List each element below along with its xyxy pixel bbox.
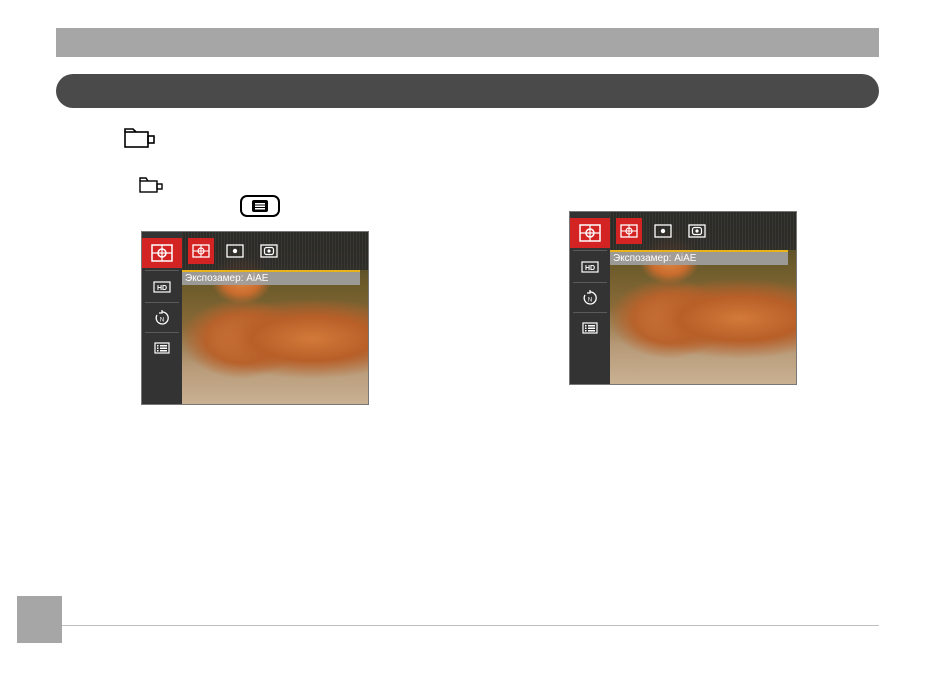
- ai-ae-metering-icon[interactable]: [188, 238, 214, 264]
- spot-metering-icon[interactable]: [650, 218, 676, 244]
- metering-label: Экспозамер: AiAE: [610, 252, 788, 265]
- svg-text:HD: HD: [585, 265, 595, 272]
- exposure-metering-icon[interactable]: [142, 238, 182, 268]
- hd-video-quality-icon[interactable]: HD: [142, 272, 182, 302]
- page-number-block: [17, 596, 62, 643]
- metering-options-bar: [610, 212, 796, 250]
- camera-sidebar: HD N: [142, 232, 182, 404]
- metering-label: Экспозамер: AiAE: [182, 272, 360, 285]
- continuous-af-icon[interactable]: N: [570, 283, 610, 313]
- svg-text:N: N: [160, 318, 164, 324]
- video-camera-icon: [122, 126, 158, 155]
- metering-options-bar: [182, 232, 368, 270]
- camera-screen-right: HD N Экспозамер: AiAE: [569, 211, 797, 385]
- menu-list-icon[interactable]: [142, 333, 182, 363]
- ai-ae-metering-icon[interactable]: [616, 218, 642, 244]
- header-bar: [56, 28, 879, 57]
- center-weighted-metering-icon[interactable]: [684, 218, 710, 244]
- center-weighted-metering-icon[interactable]: [256, 238, 282, 264]
- hd-video-quality-icon[interactable]: HD: [570, 252, 610, 282]
- section-title-bar: [56, 74, 879, 108]
- svg-text:HD: HD: [157, 285, 167, 292]
- footer-divider: [62, 625, 879, 626]
- exposure-metering-icon[interactable]: [570, 218, 610, 248]
- camera-screen-left: HD N Экспозамер: AiAE: [141, 231, 369, 405]
- video-camera-icon: [138, 176, 166, 199]
- camera-sidebar: HD N: [570, 212, 610, 384]
- continuous-af-icon[interactable]: N: [142, 303, 182, 333]
- svg-text:N: N: [588, 298, 592, 304]
- menu-list-icon[interactable]: [570, 313, 610, 343]
- menu-button-icon: [240, 195, 280, 222]
- spot-metering-icon[interactable]: [222, 238, 248, 264]
